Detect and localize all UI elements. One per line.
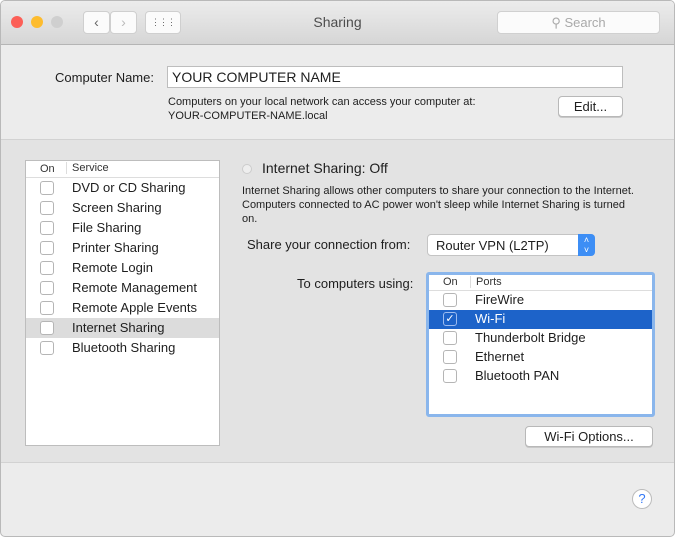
service-item[interactable]: Screen Sharing [26,198,219,218]
col-on: On [40,163,55,175]
edit-button[interactable]: Edit... [558,96,623,117]
port-item[interactable]: Bluetooth PAN [429,367,652,386]
service-item[interactable]: DVD or CD Sharing [26,178,219,198]
service-label: Screen Sharing [72,200,162,215]
service-checkbox[interactable] [40,281,54,295]
ports-header: On Ports [429,275,652,291]
share-from-value: Router VPN (L2TP) [436,238,549,253]
service-item[interactable]: Remote Login [26,258,219,278]
port-checkbox[interactable] [443,293,457,307]
wifi-options-button[interactable]: Wi-Fi Options... [525,426,653,447]
service-checkbox[interactable] [40,341,54,355]
col-on: On [443,276,458,288]
computer-name-field[interactable]: YOUR COMPUTER NAME [167,66,623,88]
service-checkbox[interactable] [40,221,54,235]
network-info: Computers on your local network can acce… [168,95,476,123]
service-label: Bluetooth Sharing [72,340,176,355]
service-item[interactable]: Bluetooth Sharing [26,338,219,358]
port-item[interactable]: FireWire [429,291,652,310]
service-label: Remote Apple Events [72,300,198,315]
port-checkbox[interactable]: ✓ [443,312,457,326]
info-line: Computers on your local network can acce… [168,96,476,108]
title-bar: ‹ › ⋮⋮⋮ Sharing ⚲ Search [1,1,674,45]
service-checkbox[interactable] [40,321,54,335]
sharing-window: ‹ › ⋮⋮⋮ Sharing ⚲ Search Computer Name: … [0,0,675,537]
service-label: Printer Sharing [72,240,159,255]
sharing-description: Internet Sharing allows other computers … [242,185,634,225]
service-checkbox[interactable] [40,181,54,195]
port-label: FireWire [475,292,525,307]
service-item[interactable]: Remote Management [26,278,219,298]
service-item[interactable]: Internet Sharing [26,318,219,338]
service-checkbox[interactable] [40,261,54,275]
service-label: Internet Sharing [72,320,165,335]
port-label: Bluetooth PAN [475,368,560,383]
port-item[interactable]: Thunderbolt Bridge [429,329,652,348]
port-label: Thunderbolt Bridge [475,330,586,345]
search-placeholder: Search [564,15,606,30]
service-checkbox[interactable] [40,241,54,255]
port-checkbox[interactable] [443,369,457,383]
service-label: Remote Login [72,260,153,275]
help-button[interactable]: ? [632,489,652,509]
col-service: Service [66,162,109,174]
local-hostname: YOUR-COMPUTER-NAME.local [168,110,328,122]
search-icon: ⚲ [551,15,565,30]
service-item[interactable]: File Sharing [26,218,219,238]
col-ports: Ports [470,276,502,288]
service-item[interactable]: Remote Apple Events [26,298,219,318]
port-label: Wi-Fi [475,311,506,326]
port-checkbox[interactable] [443,331,457,345]
port-item[interactable]: ✓ Wi-Fi [429,310,652,329]
ports-list[interactable]: On Ports FireWire ✓ Wi-Fi Thunderbolt Bridge… [426,272,655,417]
search-input[interactable]: ⚲ Search [497,11,660,34]
sharing-status: Internet Sharing: Off [262,160,388,176]
service-label: DVD or CD Sharing [72,180,186,195]
service-item[interactable]: Printer Sharing [26,238,219,258]
share-from-label: Share your connection from: [247,237,411,252]
service-list-header: On Service [26,161,219,178]
service-checkbox[interactable] [40,301,54,315]
status-indicator-icon [242,164,252,174]
service-label: File Sharing [72,220,142,235]
service-checkbox[interactable] [40,201,54,215]
to-computers-label: To computers using: [297,276,414,291]
service-list[interactable]: On Service DVD or CD Sharing Screen Sharin… [25,160,220,446]
lower-panel: On Service DVD or CD Sharing Screen Sharin… [1,139,674,463]
service-label: Remote Management [72,280,198,295]
port-item[interactable]: Ethernet [429,348,652,367]
share-from-select[interactable]: Router VPN (L2TP) ˄ ˅ [427,234,595,256]
computer-name-label: Computer Name: [55,70,154,85]
port-checkbox[interactable] [443,350,457,364]
chevron-updown-icon: ˄ ˅ [578,234,595,256]
port-label: Ethernet [475,349,525,364]
